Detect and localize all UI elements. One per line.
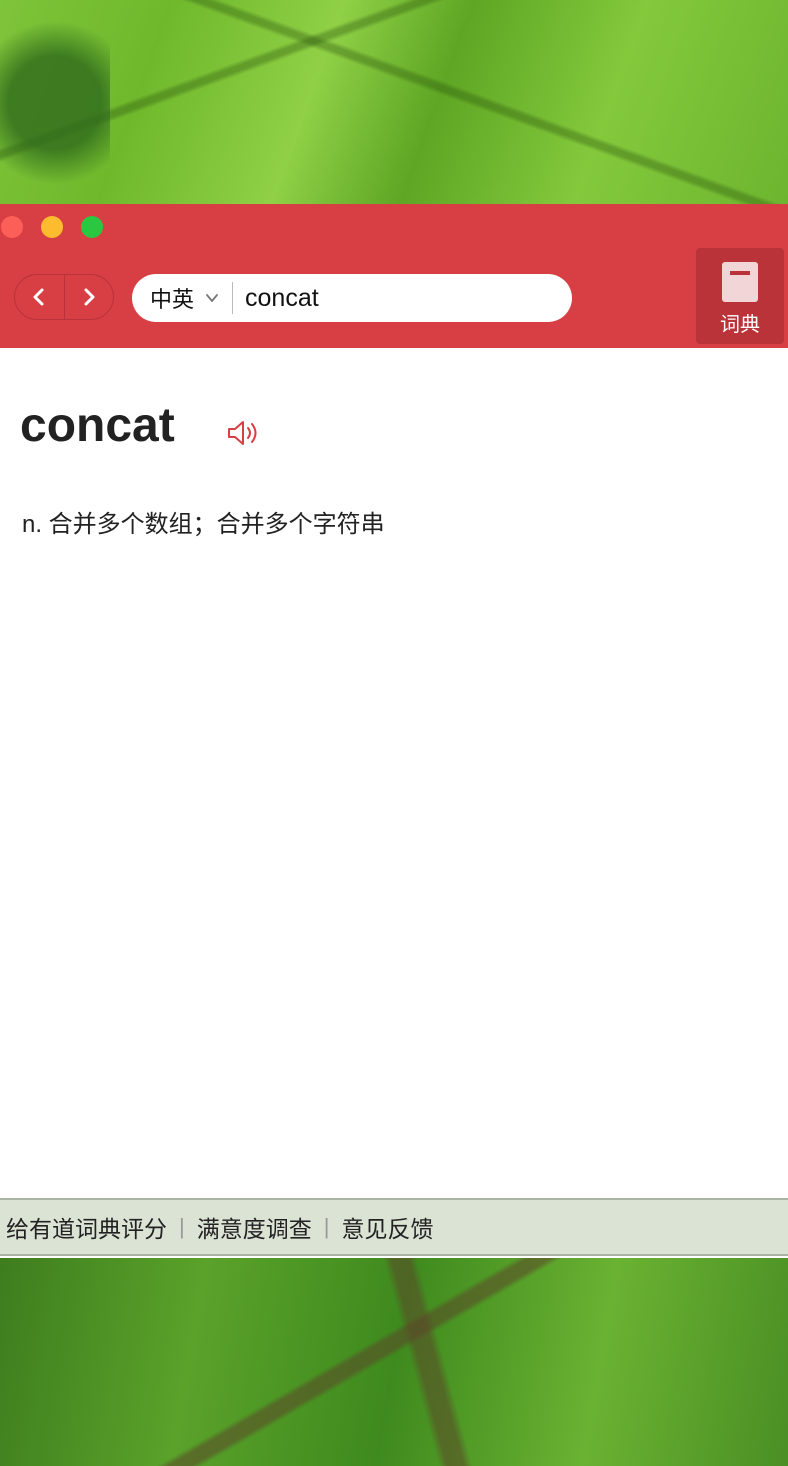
search-input[interactable] [245, 283, 516, 313]
language-select[interactable]: 中英 [132, 282, 234, 314]
back-button[interactable] [15, 275, 64, 319]
close-window-button[interactable] [1, 216, 23, 238]
dictionary-button[interactable]: 词典 [696, 248, 784, 344]
search-box: 中英 [132, 274, 572, 322]
satisfaction-survey-link[interactable]: 满意度调查 [197, 1210, 312, 1244]
speaker-icon[interactable] [226, 418, 262, 448]
definition-text: n. 合并多个数组；合并多个字符串 [22, 511, 385, 538]
forward-button[interactable] [63, 275, 114, 319]
footer-separator: | [323, 1214, 330, 1239]
chevron-left-icon [33, 288, 44, 306]
history-nav [14, 274, 114, 320]
language-label: 中英 [150, 287, 195, 312]
titlebar: 中英 词典 [0, 204, 788, 348]
dictionary-button-label: 词典 [720, 314, 760, 336]
dictionary-window: 中英 词典 concat n. 合并多个数组；合并多个字符串 给有道词典评分 | [0, 204, 788, 1258]
desktop-wallpaper-top [0, 0, 788, 205]
chevron-down-icon [206, 294, 218, 302]
maximize-window-button[interactable] [81, 216, 103, 238]
result-panel: concat n. 合并多个数组；合并多个字符串 [0, 348, 788, 1198]
footer-links: 给有道词典评分 | 满意度调查 | 意见反馈 [0, 1198, 788, 1256]
footer-separator: | [179, 1214, 185, 1239]
book-icon [722, 262, 758, 302]
minimize-window-button[interactable] [41, 216, 63, 238]
headword: concat [20, 399, 175, 452]
chevron-right-icon [84, 288, 95, 306]
feedback-link[interactable]: 意见反馈 [341, 1210, 433, 1244]
desktop-wallpaper-bottom [0, 1258, 788, 1466]
rate-app-link[interactable]: 给有道词典评分 [6, 1210, 167, 1244]
